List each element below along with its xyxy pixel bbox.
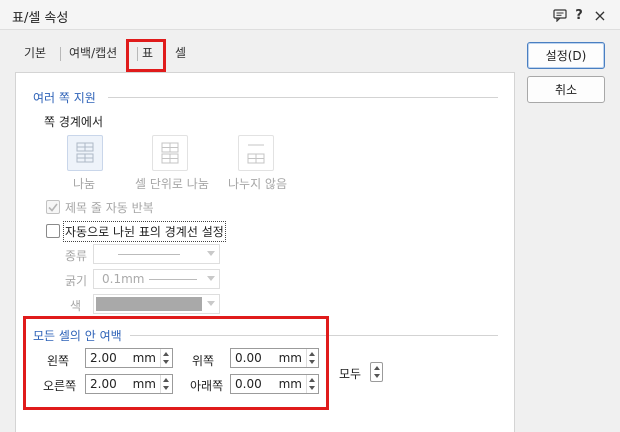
close-icon[interactable]: × [590, 5, 610, 25]
no-split-option-label: 나누지 않음 [228, 177, 288, 191]
cell-split-option-label: 셀 단위로 나눔 [135, 177, 209, 191]
line-type-label: 종류 [65, 249, 88, 263]
tab-margin-caption[interactable]: 여백/캡션 [69, 42, 117, 64]
page-boundary-label: 쪽 경계에서 [44, 115, 104, 129]
ok-button[interactable]: 설정(D) [527, 42, 605, 69]
group-divider [108, 97, 498, 98]
line-width-select[interactable]: 0.1mm [93, 269, 220, 289]
cell-split-option-button[interactable] [152, 135, 188, 171]
checkmark-icon [48, 203, 58, 212]
auto-border-label[interactable]: 자동으로 나뉜 표의 경계선 설정 [63, 221, 226, 242]
color-label: 색 [70, 299, 82, 313]
line-width-value: 0.1mm [102, 272, 145, 286]
window-title: 표/셀 속성 [12, 11, 69, 26]
line-width-label: 굵기 [65, 274, 88, 288]
split-option-button[interactable] [67, 135, 103, 171]
comment-icon[interactable] [550, 5, 570, 25]
chevron-down-icon [207, 251, 215, 256]
cancel-button[interactable]: 취소 [527, 76, 605, 103]
line-sample [149, 279, 197, 280]
chevron-down-icon [207, 301, 215, 306]
auto-border-checkbox[interactable] [46, 224, 60, 238]
table-cell-split-icon [161, 142, 179, 164]
cell-margin-highlight [23, 316, 329, 410]
line-type-select[interactable] [93, 244, 220, 264]
table-split-icon [76, 142, 94, 163]
all-margin-spinner[interactable] [370, 362, 383, 382]
tab-basic[interactable]: 기본 [24, 42, 46, 64]
repeat-title-checkbox[interactable] [46, 200, 60, 214]
active-tab-highlight [126, 39, 166, 72]
color-swatch [96, 297, 202, 311]
no-split-option-button[interactable] [238, 135, 274, 171]
chevron-down-icon [207, 276, 215, 281]
color-select[interactable] [93, 294, 220, 314]
tab-separator [60, 47, 61, 61]
repeat-title-label: 제목 줄 자동 반복 [65, 201, 154, 215]
split-option-label: 나눔 [73, 177, 96, 191]
help-icon[interactable]: ? [569, 5, 589, 25]
table-no-split-icon [247, 144, 265, 164]
multipage-group-title: 여러 쪽 지원 [33, 91, 96, 105]
tab-cell[interactable]: 셀 [175, 42, 186, 64]
title-bar: 표/셀 속성 ? × [0, 0, 620, 30]
line-sample [118, 254, 180, 255]
all-margin-label: 모두 [339, 367, 362, 381]
